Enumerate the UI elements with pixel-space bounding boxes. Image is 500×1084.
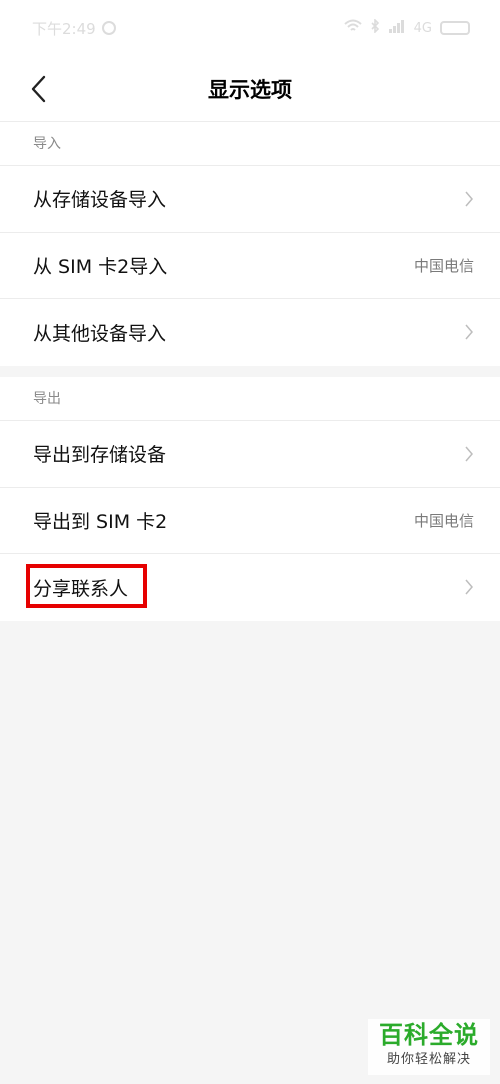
row-label: 从 SIM 卡2导入 xyxy=(33,255,168,278)
status-left: 下午2:49 xyxy=(32,18,116,39)
signal-icon xyxy=(388,19,406,37)
export-section-label: 导出 xyxy=(0,377,500,421)
watermark-subtitle: 助你轻松解决 xyxy=(386,1052,471,1067)
import-from-storage-row[interactable]: 从存储设备导入 xyxy=(0,166,500,233)
row-label: 导出到存储设备 xyxy=(33,444,167,467)
carrier-value: 中国电信 xyxy=(413,511,474,530)
import-section: 导入 从存储设备导入 从 SIM 卡2导入 中国电信 从其他设备导入 xyxy=(0,122,500,366)
carrier-value: 中国电信 xyxy=(413,256,474,275)
share-contacts-row[interactable]: 分享联系人 xyxy=(0,554,500,621)
export-section: 导出 导出到存储设备 导出到 SIM 卡2 中国电信 分享联系人 xyxy=(0,377,500,621)
chevron-right-icon xyxy=(465,324,473,340)
network-type: 4G xyxy=(413,20,432,36)
watermark-title: 百科全说 xyxy=(379,1021,479,1049)
row-label: 从其他设备导入 xyxy=(33,322,167,345)
import-from-sim2-row[interactable]: 从 SIM 卡2导入 中国电信 xyxy=(0,233,500,299)
alarm-icon xyxy=(101,21,116,35)
header: 显示选项 xyxy=(0,56,500,122)
watermark-logo: 百科全说 助你轻松解决 xyxy=(368,1019,490,1075)
import-from-other-device-row[interactable]: 从其他设备导入 xyxy=(0,299,500,366)
wifi-icon xyxy=(343,19,362,37)
row-label: 导出到 SIM 卡2 xyxy=(33,510,168,533)
battery-icon xyxy=(440,21,470,35)
export-to-sim2-row[interactable]: 导出到 SIM 卡2 中国电信 xyxy=(0,488,500,554)
bluetooth-icon xyxy=(370,18,380,37)
status-bar: 下午2:49 4G xyxy=(0,0,500,56)
export-to-storage-row[interactable]: 导出到存储设备 xyxy=(0,421,500,488)
row-label: 从存储设备导入 xyxy=(33,189,167,212)
status-right: 4G xyxy=(343,18,470,37)
page-title: 显示选项 xyxy=(208,78,292,102)
import-section-label: 导入 xyxy=(0,122,500,166)
chevron-right-icon xyxy=(465,446,473,462)
highlight-box xyxy=(26,564,147,608)
chevron-right-icon xyxy=(465,579,473,595)
status-time: 下午2:49 xyxy=(32,19,96,38)
chevron-right-icon xyxy=(465,191,473,207)
